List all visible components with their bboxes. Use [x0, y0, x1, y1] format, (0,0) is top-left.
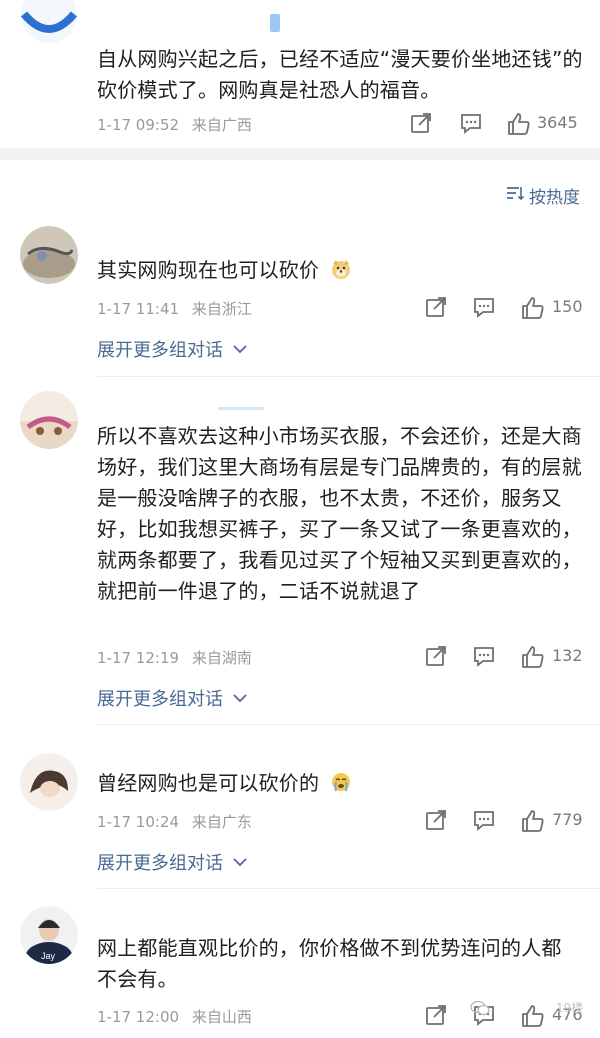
like-count: 132 — [552, 646, 583, 665]
reply-icon[interactable] — [473, 296, 495, 322]
comment-location: 来自湖南 — [191, 649, 252, 667]
comment-meta: 1-17 09:52 来自广西 — [97, 114, 260, 135]
reply-icon[interactable] — [460, 112, 482, 138]
avatar[interactable] — [20, 0, 78, 44]
comment-time: 1-17 12:19 — [97, 649, 180, 667]
comment-actions: 150 — [425, 296, 585, 320]
like-count: 150 — [552, 297, 583, 316]
comment-time: 1-17 11:41 — [97, 300, 180, 318]
avatar[interactable] — [20, 753, 78, 811]
blue-dot-icon — [218, 407, 264, 410]
comment-text: 自从网购兴起之后，已经不适应“漫天要价坐地还钱”的砍价模式了。网购真是社恐人的福… — [97, 47, 583, 102]
comment-text: 网上都能直观比价的，你价格做不到优势连问的人都不会有。 — [97, 936, 562, 991]
expand-label: 展开更多组对话 — [97, 689, 223, 710]
comment-meta: 1-17 10:24 来自广东 — [97, 811, 260, 832]
avatar-jersey-text: Jay — [41, 951, 56, 961]
watermark-text: 19楼 — [556, 1001, 584, 1015]
like-icon[interactable] — [507, 112, 531, 140]
like-count: 3645 — [537, 113, 578, 132]
reply-icon[interactable] — [473, 809, 495, 835]
chevron-down-icon — [233, 851, 247, 872]
share-icon[interactable] — [425, 1004, 447, 1030]
like-count: 779 — [552, 810, 583, 829]
share-icon[interactable] — [425, 645, 447, 671]
share-icon[interactable] — [425, 296, 447, 322]
reply-icon[interactable] — [473, 645, 495, 671]
comment-text: 曾经网购也是可以砍价的 — [97, 768, 583, 802]
comment-meta: 1-17 12:19 来自湖南 — [97, 647, 260, 668]
expand-replies-link[interactable]: 展开更多组对话 — [97, 849, 247, 875]
doge-emoji-icon — [330, 258, 352, 289]
wechat-icon — [470, 1000, 490, 1020]
avatar[interactable]: Jay — [20, 906, 78, 964]
comment-text: 其实网购现在也可以砍价 — [97, 255, 583, 289]
blue-dot-icon — [270, 14, 280, 32]
expand-label: 展开更多组对话 — [97, 340, 223, 361]
comment-meta: 1-17 11:41 来自浙江 — [97, 298, 260, 319]
share-icon[interactable] — [410, 112, 432, 138]
expand-replies-link[interactable]: 展开更多组对话 — [97, 685, 247, 711]
like-icon[interactable] — [521, 296, 545, 324]
comment-actions: 779 — [425, 809, 585, 833]
comment-divider — [97, 724, 600, 725]
comment-location: 来自浙江 — [191, 300, 252, 318]
comment-actions: 3645 — [410, 112, 585, 136]
watermark — [470, 1000, 490, 1020]
sort-icon — [506, 185, 525, 206]
avatar[interactable] — [20, 226, 78, 284]
comment-meta: 1-17 12:00 来自山西 — [97, 1006, 260, 1027]
comment-location: 来自山西 — [191, 1008, 252, 1026]
sort-label: 按热度 — [529, 188, 580, 208]
comment-divider — [97, 376, 600, 377]
comment-text-body: 曾经网购也是可以砍价的 — [97, 771, 320, 795]
crying-emoji-icon — [330, 771, 352, 802]
expand-label: 展开更多组对话 — [97, 853, 223, 874]
comment-actions: 132 — [425, 645, 585, 669]
sort-button[interactable]: 按热度 — [506, 183, 580, 208]
like-icon[interactable] — [521, 645, 545, 673]
comment-time: 1-17 09:52 — [97, 116, 180, 134]
share-icon[interactable] — [425, 809, 447, 835]
chevron-down-icon — [233, 338, 247, 359]
section-divider — [0, 148, 600, 160]
chevron-down-icon — [233, 687, 247, 708]
comment-time: 1-17 12:00 — [97, 1008, 180, 1026]
comment-location: 来自广西 — [191, 116, 252, 134]
avatar[interactable] — [20, 391, 78, 449]
like-icon[interactable] — [521, 809, 545, 837]
like-icon[interactable] — [521, 1004, 545, 1032]
expand-replies-link[interactable]: 展开更多组对话 — [97, 336, 247, 362]
comment-text-body: 其实网购现在也可以砍价 — [97, 258, 320, 282]
comment-time: 1-17 10:24 — [97, 813, 180, 831]
comment-text: 所以不喜欢去这种小市场买衣服，不会还价，还是大商场好，我们这里大商场有层是专门品… — [97, 424, 582, 603]
comment-location: 来自广东 — [191, 813, 252, 831]
comment-divider — [97, 888, 600, 889]
